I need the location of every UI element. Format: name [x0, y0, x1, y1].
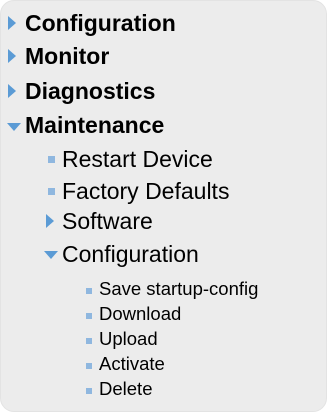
menu-item-save-startup-config[interactable]: Save startup-config — [99, 279, 258, 299]
menu-item-upload[interactable]: Upload — [99, 329, 158, 349]
square-bullet-icon — [86, 313, 92, 319]
expand-arrow-icon[interactable] — [8, 84, 16, 98]
menu-item-download[interactable]: Download — [99, 304, 181, 324]
menu-item-restart-device[interactable]: Restart Device — [62, 148, 213, 171]
collapse-arrow-icon[interactable] — [44, 251, 58, 259]
collapse-arrow-icon[interactable] — [7, 123, 21, 131]
expand-arrow-icon[interactable] — [46, 214, 54, 228]
menu-item-maintenance[interactable]: Maintenance — [25, 114, 164, 137]
square-bullet-icon — [86, 388, 92, 394]
navigation-menu: Configuration Monitor Diagnostics Mainte… — [0, 0, 327, 412]
square-bullet-icon — [86, 338, 92, 344]
square-bullet-icon — [86, 363, 92, 369]
menu-item-maintenance-configuration[interactable]: Configuration — [62, 243, 199, 266]
square-bullet-icon — [48, 188, 55, 195]
square-bullet-icon — [48, 156, 55, 163]
menu-item-factory-defaults[interactable]: Factory Defaults — [62, 180, 229, 203]
menu-item-delete[interactable]: Delete — [99, 379, 152, 399]
menu-item-monitor[interactable]: Monitor — [25, 45, 109, 68]
menu-item-configuration[interactable]: Configuration — [25, 12, 176, 35]
menu-item-activate[interactable]: Activate — [99, 354, 165, 374]
menu-item-diagnostics[interactable]: Diagnostics — [25, 80, 155, 103]
square-bullet-icon — [86, 288, 92, 294]
menu-item-software[interactable]: Software — [62, 210, 153, 233]
expand-arrow-icon[interactable] — [8, 16, 16, 30]
expand-arrow-icon[interactable] — [8, 49, 16, 63]
